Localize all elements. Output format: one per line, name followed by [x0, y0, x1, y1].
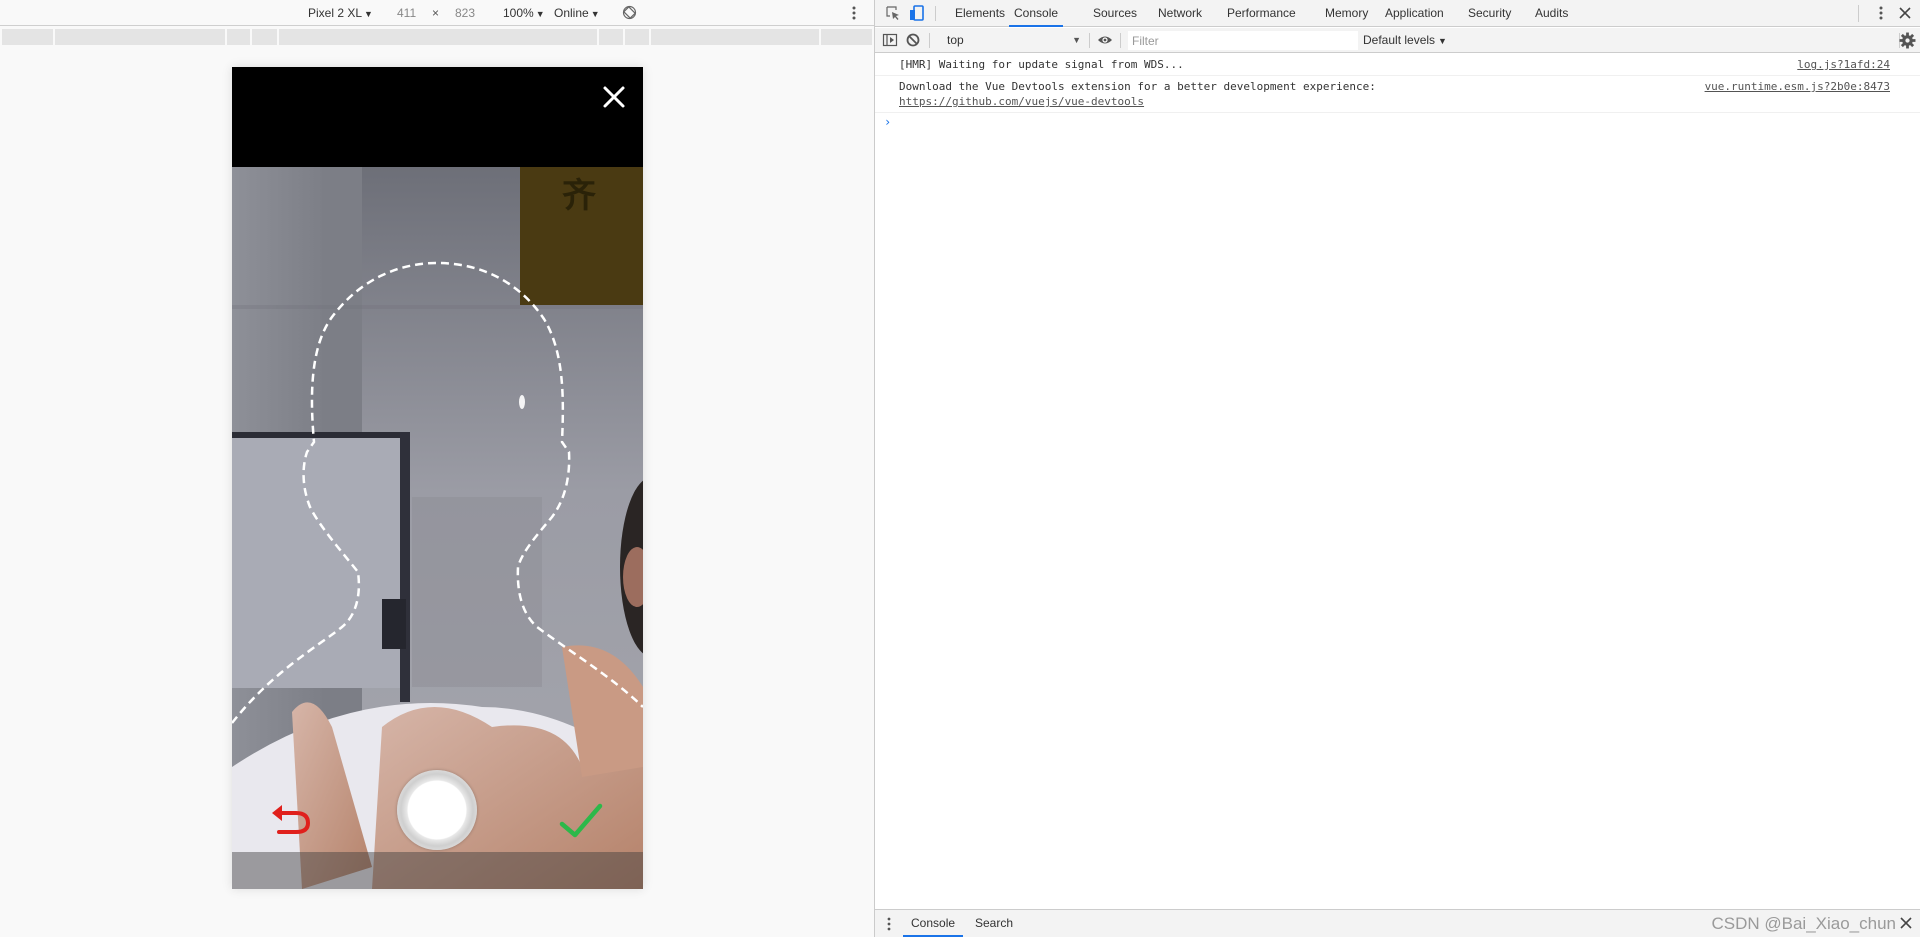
- media-query-segment[interactable]: [821, 29, 872, 45]
- clear-console-icon[interactable]: [905, 32, 921, 48]
- filter-input[interactable]: [1128, 31, 1358, 50]
- undo-arrow-icon: [272, 805, 311, 834]
- drawer-menu-icon[interactable]: [885, 916, 901, 932]
- chevron-down-icon: ▼: [590, 9, 600, 19]
- chevron-down-icon: ▼: [535, 9, 545, 19]
- more-options-icon[interactable]: [852, 6, 856, 20]
- log-levels-select[interactable]: Default levels ▼: [1363, 28, 1447, 54]
- dimension-times: ×: [432, 6, 440, 20]
- zoom-value: 100%: [503, 6, 534, 20]
- tab-security[interactable]: Security: [1468, 0, 1511, 27]
- device-emulation-pane: Pixel 2 XL ▼ 411 × 823 100% ▼ Online ▼ 齐: [0, 0, 874, 937]
- watermark: CSDN @Bai_Xiao_chun: [1711, 914, 1896, 933]
- separator: [1120, 33, 1121, 48]
- viewport-height-input[interactable]: 823: [455, 6, 475, 20]
- media-query-segment[interactable]: [599, 29, 623, 45]
- chevron-down-icon: ▼: [1072, 35, 1081, 45]
- checkmark-icon: [559, 803, 603, 838]
- separator: [935, 6, 936, 21]
- zoom-select[interactable]: 100% ▼: [503, 6, 545, 20]
- live-expression-eye-icon[interactable]: [1097, 32, 1113, 48]
- console-message: Download the Vue Devtools extension for …: [875, 76, 1920, 113]
- device-name: Pixel 2 XL: [308, 6, 363, 20]
- console-message: [HMR] Waiting for update signal from WDS…: [875, 54, 1920, 76]
- tab-application[interactable]: Application: [1385, 0, 1444, 27]
- media-query-segment[interactable]: [227, 29, 250, 45]
- camera-header: [232, 67, 643, 167]
- media-query-segment[interactable]: [55, 29, 225, 45]
- media-query-segment[interactable]: [252, 29, 277, 45]
- prompt-chevron-icon: ›: [884, 115, 892, 129]
- context-value: top: [947, 33, 964, 47]
- tab-network[interactable]: Network: [1158, 0, 1202, 27]
- show-sidebar-icon[interactable]: [882, 32, 898, 48]
- phone-viewport: 齐: [232, 67, 643, 889]
- device-toolbar-icon[interactable]: [909, 5, 925, 21]
- message-url-link[interactable]: https://github.com/vuejs/vue-devtools: [899, 95, 1144, 108]
- media-query-segment[interactable]: [2, 29, 53, 45]
- devtools-tab-bar: Elements Console Sources Network Perform…: [875, 0, 1920, 27]
- console-messages: [HMR] Waiting for update signal from WDS…: [875, 54, 1920, 133]
- network-value: Online: [554, 6, 589, 20]
- tab-console[interactable]: Console: [1009, 0, 1064, 27]
- separator: [1089, 33, 1090, 48]
- customize-menu-icon[interactable]: [1873, 5, 1889, 21]
- viewport-width-input[interactable]: 411: [397, 6, 416, 20]
- devtools-panel: Elements Console Sources Network Perform…: [874, 0, 1920, 937]
- console-toolbar: top ▼ Default levels▼: [875, 28, 1920, 53]
- message-text: [HMR] Waiting for update signal from WDS…: [899, 58, 1184, 71]
- drawer-tab-console[interactable]: Console: [903, 910, 964, 937]
- chevron-down-icon: ▼: [364, 9, 373, 19]
- drawer-tab-search[interactable]: Search: [975, 910, 1013, 937]
- close-drawer-icon[interactable]: [1900, 917, 1912, 929]
- rotate-icon[interactable]: [622, 5, 637, 20]
- confirm-button[interactable]: [558, 802, 604, 842]
- media-query-segment[interactable]: [279, 29, 597, 45]
- console-settings-icon[interactable]: [1899, 32, 1916, 49]
- shutter-button[interactable]: [397, 770, 477, 850]
- message-text: Download the Vue Devtools extension for …: [899, 80, 1376, 93]
- media-query-segment[interactable]: [625, 29, 649, 45]
- tab-sources[interactable]: Sources: [1093, 0, 1137, 27]
- tab-elements[interactable]: Elements: [955, 0, 1005, 27]
- chevron-down-icon: ▼: [1438, 36, 1447, 46]
- tab-memory[interactable]: Memory: [1325, 0, 1368, 27]
- media-query-segment[interactable]: [651, 29, 819, 45]
- device-select[interactable]: Pixel 2 XL ▼: [308, 6, 373, 20]
- close-devtools-icon[interactable]: [1897, 5, 1913, 21]
- tab-audits[interactable]: Audits: [1535, 0, 1568, 27]
- message-source-link[interactable]: log.js?1afd:24: [1797, 57, 1890, 72]
- close-camera-button[interactable]: [601, 84, 627, 110]
- network-throttle-select[interactable]: Online ▼: [554, 6, 600, 20]
- levels-value: Default levels: [1363, 33, 1436, 47]
- close-icon: [603, 86, 625, 108]
- device-toolbar: Pixel 2 XL ▼ 411 × 823 100% ▼ Online ▼: [0, 0, 874, 26]
- separator: [929, 33, 930, 48]
- tab-performance[interactable]: Performance: [1227, 0, 1296, 27]
- context-select[interactable]: top ▼: [945, 28, 1085, 53]
- message-source-link[interactable]: vue.runtime.esm.js?2b0e:8473: [1705, 79, 1890, 94]
- separator: [1858, 5, 1859, 22]
- devtools-drawer: Console Search CSDN @Bai_Xiao_chun: [875, 909, 1920, 937]
- media-query-bar: [2, 29, 872, 45]
- retake-button[interactable]: [270, 800, 314, 840]
- inspect-element-icon[interactable]: [885, 5, 901, 21]
- console-prompt[interactable]: ›: [875, 113, 1920, 133]
